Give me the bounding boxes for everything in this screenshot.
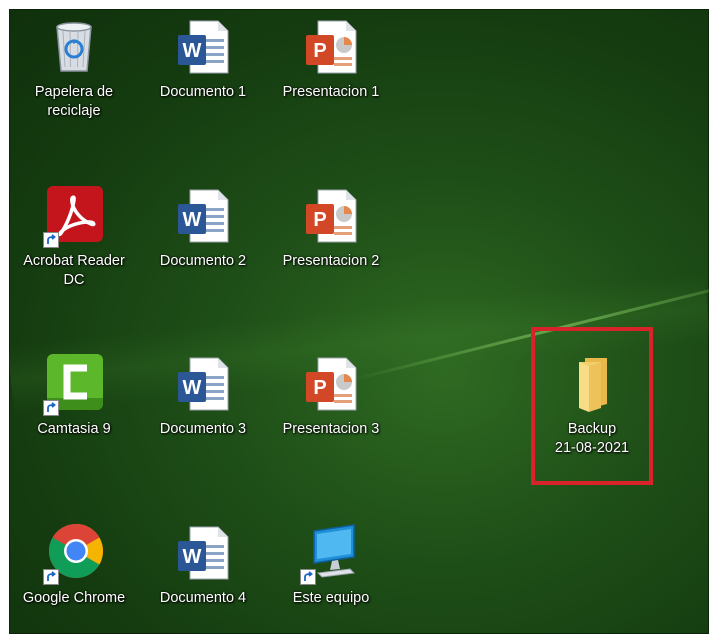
acrobat-reader-icon: [43, 184, 105, 248]
desktop-icon-presentacion-3[interactable]: P Presentacion 3: [273, 352, 389, 439]
desktop-icon-este-equipo[interactable]: Este equipo: [273, 521, 389, 608]
desktop-icon-presentacion-2[interactable]: P Presentacion 2: [273, 184, 389, 271]
svg-text:W: W: [183, 40, 202, 62]
documento-1-label: Documento 1: [159, 84, 247, 100]
desktop-icon-recycle-bin[interactable]: Papelera de reciclaje: [16, 15, 132, 121]
powerpoint-icon: P: [300, 15, 362, 77]
word-document-icon: W: [172, 521, 234, 583]
computer-icon: [300, 521, 362, 585]
documento-3-label: Documento 3: [159, 421, 247, 437]
shortcut-arrow-icon: [300, 569, 316, 585]
svg-text:W: W: [183, 209, 202, 231]
camtasia-icon: [43, 352, 105, 416]
desktop-icon-documento-4[interactable]: W Documento 4: [145, 521, 261, 608]
desktop-icon-acrobat-reader[interactable]: Acrobat Reader DC: [16, 184, 132, 290]
word-document-icon: W: [172, 184, 234, 246]
google-chrome-label: Google Chrome: [22, 590, 126, 606]
documento-2-label: Documento 2: [159, 253, 247, 269]
recycle-bin-icon: [43, 15, 105, 77]
svg-text:P: P: [313, 377, 326, 399]
desktop-icon-documento-2[interactable]: W Documento 2: [145, 184, 261, 271]
desktop-icon-google-chrome[interactable]: Google Chrome: [16, 521, 132, 608]
presentacion-1-label: Presentacion 1: [282, 84, 380, 100]
desktop-icon-documento-1[interactable]: W Documento 1: [145, 15, 261, 102]
shortcut-arrow-icon: [43, 400, 59, 416]
chrome-icon: [43, 521, 105, 585]
presentacion-2-label: Presentacion 2: [282, 253, 380, 269]
word-document-icon: W: [172, 15, 234, 77]
documento-4-label: Documento 4: [159, 590, 247, 606]
acrobat-reader-label: Acrobat Reader DC: [23, 253, 125, 288]
svg-text:W: W: [183, 546, 202, 568]
camtasia-label: Camtasia 9: [37, 421, 111, 437]
recycle-bin-label: Papelera de reciclaje: [34, 84, 114, 119]
powerpoint-icon: P: [300, 352, 362, 414]
svg-text:P: P: [313, 209, 326, 231]
desktop-icon-camtasia[interactable]: Camtasia 9: [16, 352, 132, 439]
powerpoint-icon: P: [300, 184, 362, 246]
highlight-box: [531, 327, 653, 485]
este-equipo-label: Este equipo: [292, 590, 370, 606]
desktop-icon-presentacion-1[interactable]: P Presentacion 1: [273, 15, 389, 102]
desktop-icon-documento-3[interactable]: W Documento 3: [145, 352, 261, 439]
presentacion-3-label: Presentacion 3: [282, 421, 380, 437]
svg-text:P: P: [313, 40, 326, 62]
desktop[interactable]: Papelera de reciclaje W Documento 1 P Pr…: [9, 9, 709, 634]
word-document-icon: W: [172, 352, 234, 414]
shortcut-arrow-icon: [43, 232, 59, 248]
svg-text:W: W: [183, 377, 202, 399]
shortcut-arrow-icon: [43, 569, 59, 585]
